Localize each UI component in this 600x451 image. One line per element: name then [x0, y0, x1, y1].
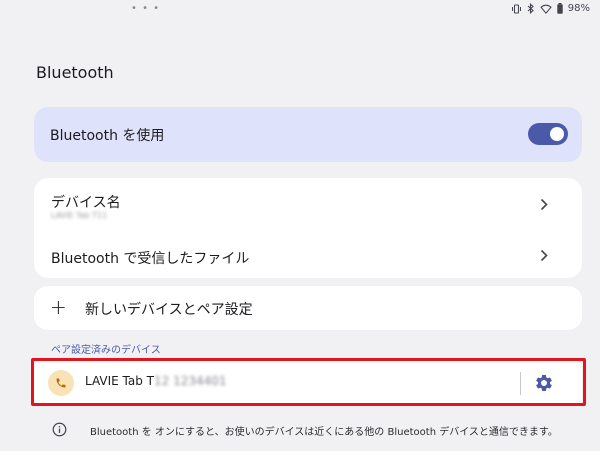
add-device-label: 新しいデバイスとペア設定: [85, 302, 253, 318]
device-settings-card: デバイス名 LAVIE Tab T11 Bluetooth で受信したファイル: [34, 178, 582, 278]
page-title: Bluetooth: [36, 63, 114, 82]
use-bluetooth-row[interactable]: Bluetooth を使用: [34, 107, 582, 162]
device-name-row[interactable]: デバイス名 LAVIE Tab T11: [34, 178, 582, 228]
status-bar: • • • 98%: [0, 0, 600, 20]
battery-icon: [557, 3, 563, 14]
info-icon: [52, 422, 67, 437]
notification-dots: • • •: [131, 3, 161, 14]
use-bluetooth-label: Bluetooth を使用: [50, 128, 165, 144]
info-text: Bluetooth を オンにすると、お使いのデバイスは近くにある他の Blue…: [90, 427, 558, 438]
chevron-right-icon: [540, 249, 548, 262]
toggle-knob: [550, 127, 564, 141]
device-name-value: LAVIE Tab T11: [51, 211, 108, 220]
chevron-right-icon: [540, 198, 548, 211]
received-files-row[interactable]: Bluetooth で受信したファイル: [34, 228, 582, 278]
received-files-title: Bluetooth で受信したファイル: [51, 251, 250, 267]
highlight-box: [31, 358, 586, 406]
bluetooth-icon: [527, 3, 534, 14]
plus-icon: +: [50, 295, 67, 319]
status-icons: 98%: [511, 3, 590, 14]
device-name-title: デバイス名: [51, 195, 121, 211]
add-device-row[interactable]: + 新しいデバイスとペア設定: [34, 286, 582, 330]
wifi-icon: [540, 4, 552, 14]
vibrate-icon: [511, 3, 521, 14]
bluetooth-toggle[interactable]: [528, 123, 568, 145]
battery-percent: 98%: [567, 3, 590, 14]
paired-devices-header: ペア設定済みのデバイス: [51, 345, 161, 356]
